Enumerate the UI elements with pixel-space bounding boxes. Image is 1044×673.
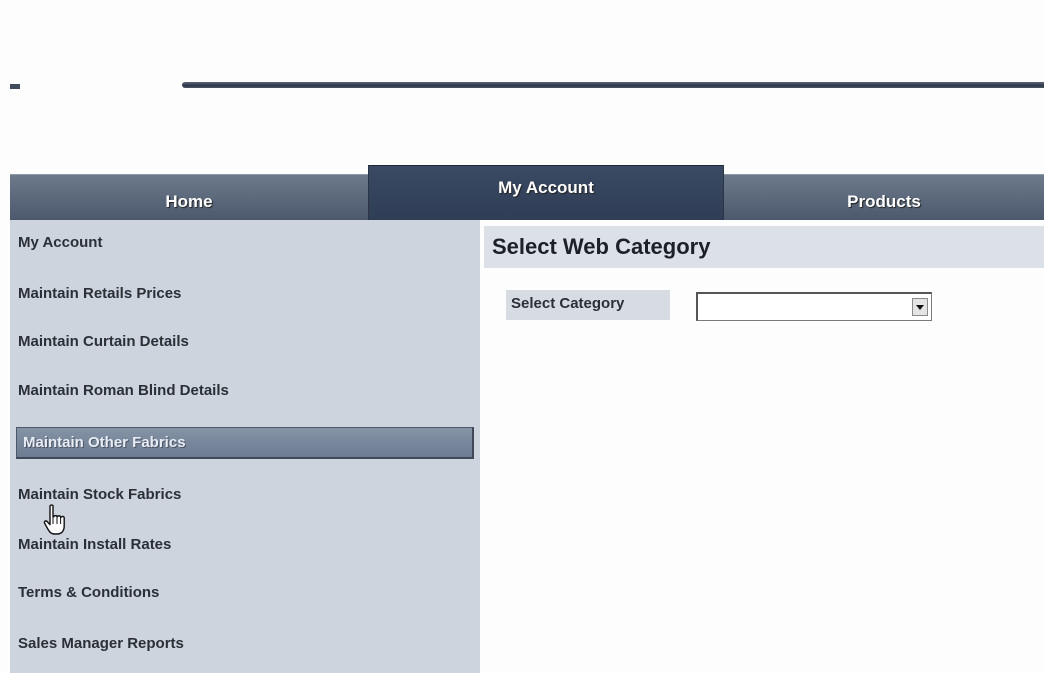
sidebar-item-maintain-retails-prices[interactable]: Maintain Retails Prices [18, 285, 181, 302]
sidebar-item-maintain-curtain-details[interactable]: Maintain Curtain Details [18, 333, 189, 350]
content-header: Select Web Category [484, 226, 1044, 268]
tab-home[interactable]: Home [10, 174, 368, 220]
header-dash-decoration [10, 84, 20, 89]
sidebar-item-maintain-install-rates[interactable]: Maintain Install Rates [18, 536, 171, 553]
select-category-label: Select Category [506, 290, 670, 320]
tab-my-account[interactable]: My Account [368, 165, 724, 220]
sidebar-item-maintain-roman-blind-details[interactable]: Maintain Roman Blind Details [18, 382, 229, 399]
main-navigation: Home My Account Products [10, 165, 1044, 220]
sidebar-item-maintain-stock-fabrics[interactable]: Maintain Stock Fabrics [18, 486, 181, 503]
page-title: Select Web Category [492, 234, 711, 259]
sidebar-item-my-account[interactable]: My Account [18, 234, 102, 251]
category-select[interactable] [696, 292, 932, 321]
hand-pointer-icon [43, 504, 65, 535]
sidebar-item-terms-conditions[interactable]: Terms & Conditions [18, 584, 159, 601]
sidebar-item-sales-manager-reports[interactable]: Sales Manager Reports [18, 635, 184, 652]
sidebar: My Account Maintain Retails Prices Maint… [10, 220, 480, 673]
chevron-down-icon[interactable] [912, 298, 928, 316]
header-rule [182, 82, 1044, 88]
tab-products[interactable]: Products [724, 174, 1044, 220]
sidebar-item-maintain-other-fabrics[interactable]: Maintain Other Fabrics [16, 427, 474, 459]
